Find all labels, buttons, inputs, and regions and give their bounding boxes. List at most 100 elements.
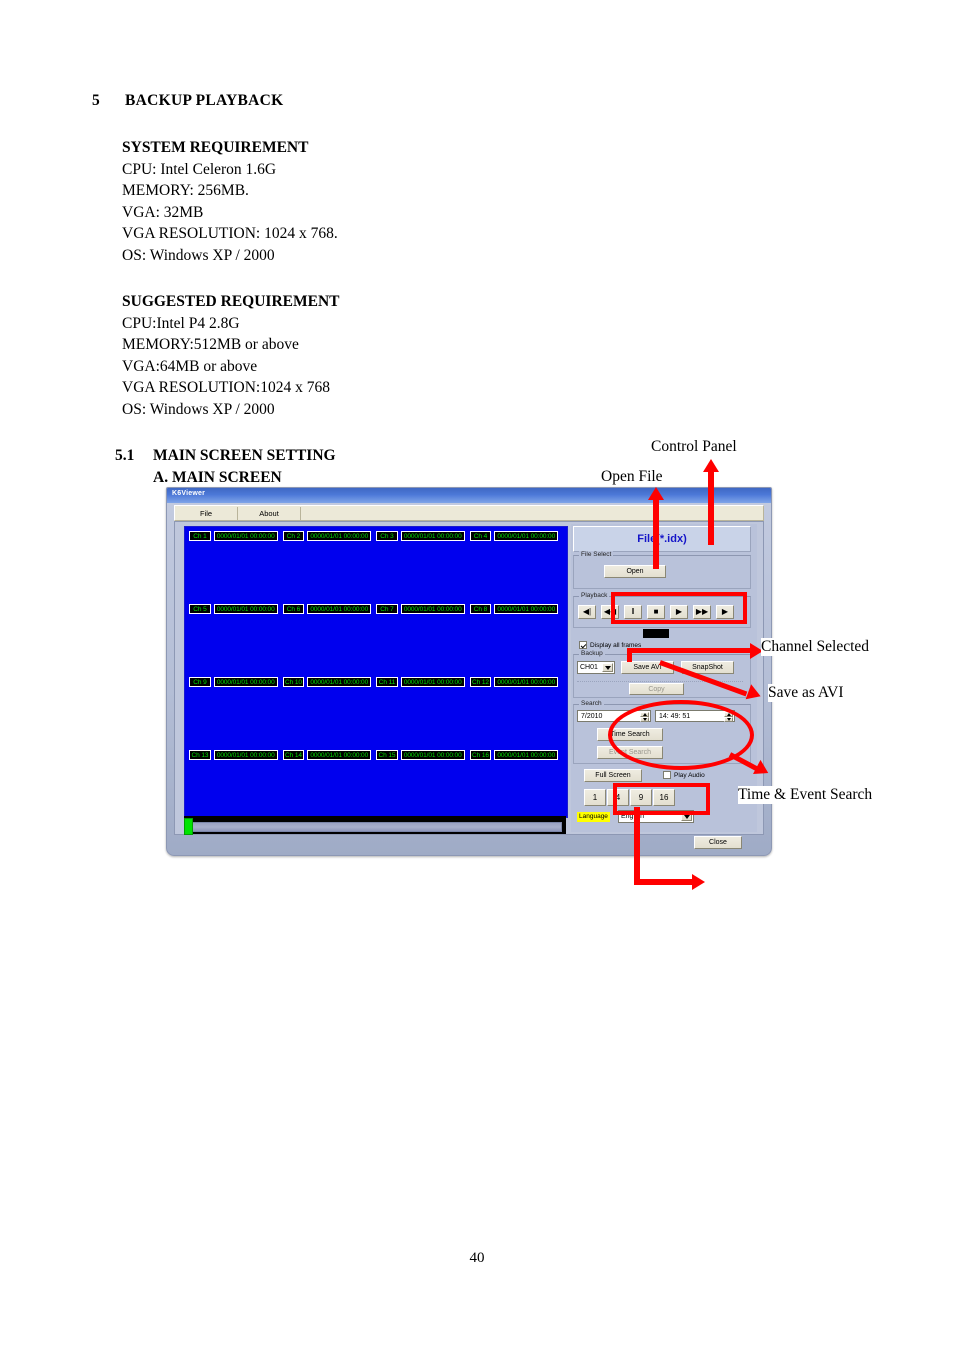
channel-timestamp: 0000/01/01 00:00:00 xyxy=(213,603,278,614)
channel-label: Ch 16 xyxy=(469,749,492,760)
channel-timestamp: 0000/01/01 00:00:00 xyxy=(307,603,371,614)
window-titlebar: K6Viewer xyxy=(167,488,771,503)
arrow-shaft-control-panel xyxy=(708,470,714,545)
channel-timestamp: 0000/01/01 00:00:00 xyxy=(494,603,558,614)
channel-label: Ch 14 xyxy=(282,749,305,760)
arrow-head-control-panel xyxy=(703,459,719,472)
channel-label: Ch 12 xyxy=(469,676,492,687)
chapter-heading: 5 BACKUP PLAYBACK xyxy=(92,92,284,110)
channel-timestamp: 0000/01/01 00:00:00 xyxy=(307,530,371,541)
arrow-shaft-channel-selected xyxy=(627,648,752,653)
system-requirement-block: SYSTEM REQUIREMENT CPU: Intel Celeron 1.… xyxy=(122,137,338,266)
backup-group-label: Backup xyxy=(579,650,605,657)
channel-label: Ch 9 xyxy=(189,676,211,687)
page-number: 40 xyxy=(469,1250,485,1266)
checkbox-icon xyxy=(579,641,587,649)
copy-button[interactable]: Copy xyxy=(629,683,684,695)
subsection-heading: A. MAIN SCREEN xyxy=(153,469,282,487)
annotation-time-event-search: Time & Event Search xyxy=(738,786,873,804)
channel-row: Ch 5 0000/01/01 00:00:00 Ch 6 0000/01/01… xyxy=(189,603,563,614)
step-back-icon[interactable]: ◀| xyxy=(578,605,596,619)
file-select-group-label: File Select xyxy=(579,551,614,558)
channel-timestamp: 0000/01/01 00:00:00 xyxy=(400,603,465,614)
channel-timestamp: 0000/01/01 00:00:00 xyxy=(307,749,371,760)
language-label: Language xyxy=(577,812,610,822)
timeline-bar xyxy=(184,816,566,835)
channel-label: Ch 3 xyxy=(376,530,398,541)
document-page: 5 BACKUP PLAYBACK SYSTEM REQUIREMENT CPU:… xyxy=(0,0,954,1350)
highlight-ellipse-search xyxy=(608,700,754,770)
highlight-box-split-buttons xyxy=(613,783,710,815)
arrow-shaft-split-horizontal xyxy=(634,879,694,885)
channel-timestamp: 0000/01/01 00:00:00 xyxy=(400,676,465,687)
channel-label: Ch 7 xyxy=(376,603,398,614)
chapter-title: BACKUP PLAYBACK xyxy=(125,92,284,109)
channel-timestamp: 0000/01/01 00:00:00 xyxy=(213,530,278,541)
sugreq-line-3: VGA RESOLUTION:1024 x 768 xyxy=(122,379,330,396)
annotation-control-panel: Control Panel xyxy=(651,438,737,456)
channel-label: Ch 2 xyxy=(282,530,305,541)
system-requirement-heading: SYSTEM REQUIREMENT xyxy=(122,139,309,156)
search-group-label: Search xyxy=(579,700,604,707)
arrow-shaft-split-vertical xyxy=(634,807,640,885)
annotation-save-as-avi: Save as AVI xyxy=(768,684,844,702)
channel-label: Ch 10 xyxy=(282,676,305,687)
split-1-button[interactable]: 1 xyxy=(584,789,606,806)
subsection-title: A. MAIN SCREEN xyxy=(153,469,282,486)
sugreq-line-4: OS: Windows XP / 2000 xyxy=(122,400,275,418)
channel-label: Ch 1 xyxy=(189,530,211,541)
chapter-number: 5 xyxy=(92,92,101,109)
window-title: K6Viewer xyxy=(172,490,205,497)
status-indicator xyxy=(643,629,669,638)
panel-title: File(*.idx) xyxy=(573,526,751,552)
timeline-thumb[interactable] xyxy=(184,818,193,835)
sysreq-line-2: VGA: 32MB xyxy=(122,203,204,221)
channel-label: Ch 11 xyxy=(376,676,398,687)
arrow-shaft-open-file xyxy=(653,498,659,569)
sysreq-line-4: OS: Windows XP / 2000 xyxy=(122,246,275,264)
channel-timestamp: 0000/01/01 00:00:00 xyxy=(307,676,371,687)
section-title: MAIN SCREEN SETTING xyxy=(153,447,336,464)
arrow-head-open-file xyxy=(648,487,664,500)
sysreq-line-0: CPU: Intel Celeron 1.6G xyxy=(122,160,277,178)
channel-timestamp: 0000/01/01 00:00:00 xyxy=(494,676,558,687)
checkbox-icon xyxy=(663,771,671,779)
channel-row: Ch 1 0000/01/01 00:00:00 Ch 2 0000/01/01… xyxy=(189,530,563,541)
channel-timestamp: 0000/01/01 00:00:00 xyxy=(213,676,278,687)
playback-group-label: Playback xyxy=(579,592,610,599)
channel-label: Ch 15 xyxy=(376,749,398,760)
highlight-box-playback xyxy=(611,592,747,624)
menu-item-file[interactable]: File xyxy=(175,506,238,520)
search-date-value: 7/2010 xyxy=(581,712,603,720)
sugreq-line-0: CPU:Intel P4 2.8G xyxy=(122,314,240,332)
sysreq-line-3: VGA RESOLUTION: 1024 x 768. xyxy=(122,225,338,242)
timeline-track[interactable] xyxy=(186,822,562,832)
chevron-down-icon[interactable] xyxy=(602,663,613,672)
menu-bar: File About xyxy=(174,505,764,521)
sugreq-line-1: MEMORY:512MB or above xyxy=(122,336,299,353)
sugreq-line-2: VGA:64MB or above xyxy=(122,357,258,375)
channel-timestamp: 0000/01/01 00:00:00 xyxy=(400,530,465,541)
section-heading: 5.1 MAIN SCREEN SETTING xyxy=(115,447,336,465)
section-number: 5.1 xyxy=(115,447,135,464)
close-button[interactable]: Close xyxy=(694,836,742,849)
video-grid[interactable]: Ch 1 0000/01/01 00:00:00 Ch 2 0000/01/01… xyxy=(184,526,568,818)
channel-label: Ch 8 xyxy=(469,603,492,614)
play-audio-label: Play Audio xyxy=(674,771,705,779)
full-screen-button[interactable]: Full Screen xyxy=(584,769,642,782)
channel-label: Ch 4 xyxy=(469,530,492,541)
menu-item-about[interactable]: About xyxy=(238,506,301,520)
play-audio-checkbox[interactable]: Play Audio xyxy=(663,771,705,779)
channel-row: Ch 13 0000/01/01 00:00:00 Ch 14 0000/01/… xyxy=(189,749,563,760)
backup-channel-select[interactable]: CH01 xyxy=(577,661,615,674)
suggested-requirement-block: SUGGESTED REQUIREMENT CPU:Intel P4 2.8G … xyxy=(122,291,339,420)
channel-label: Ch 6 xyxy=(282,603,305,614)
channel-label: Ch 13 xyxy=(189,749,211,760)
channel-timestamp: 0000/01/01 00:00:00 xyxy=(494,530,558,541)
sysreq-line-1: MEMORY: 256MB. xyxy=(122,182,249,199)
channel-timestamp: 0000/01/01 00:00:00 xyxy=(494,749,558,760)
channel-timestamp: 0000/01/01 00:00:00 xyxy=(213,749,278,760)
arrow-drop-channel-selected xyxy=(627,648,632,662)
backup-channel-value: CH01 xyxy=(580,664,598,671)
channel-label: Ch 5 xyxy=(189,603,211,614)
